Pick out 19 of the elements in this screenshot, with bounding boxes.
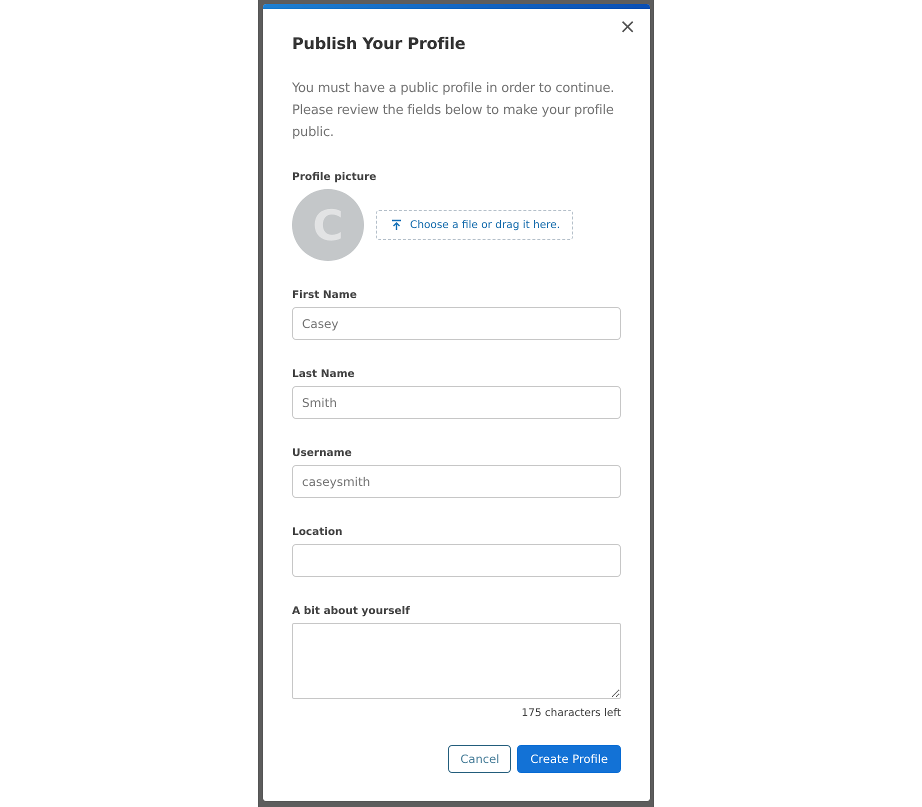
field-label: A bit about yourself [292,605,411,617]
dialog-title: Publish Your Profile [292,33,466,53]
character-counter: 175 characters left [520,707,621,719]
field-label: First Name [292,289,358,301]
close-button[interactable]: × [615,14,640,38]
create-button[interactable]: Create Profile [517,745,621,773]
field-label: Username [292,447,353,459]
text-area[interactable] [292,623,621,699]
intro-text: You must have a public profile in order to continue. Please review the fields below to make your profile public. [292,80,616,142]
upload-icon [391,219,402,231]
input-field[interactable]: Smith [292,386,621,419]
field-label: Location [292,526,344,538]
input-field[interactable]: Casey [292,307,621,340]
upload-button[interactable]: Choose a file or drag it here. [376,210,574,240]
input-field[interactable] [292,544,621,577]
input-field[interactable]: caseysmith [292,465,621,498]
field-label: Last Name [292,368,356,380]
cancel-button[interactable]: Cancel [448,745,512,773]
field-label: Profile picture [292,171,378,183]
